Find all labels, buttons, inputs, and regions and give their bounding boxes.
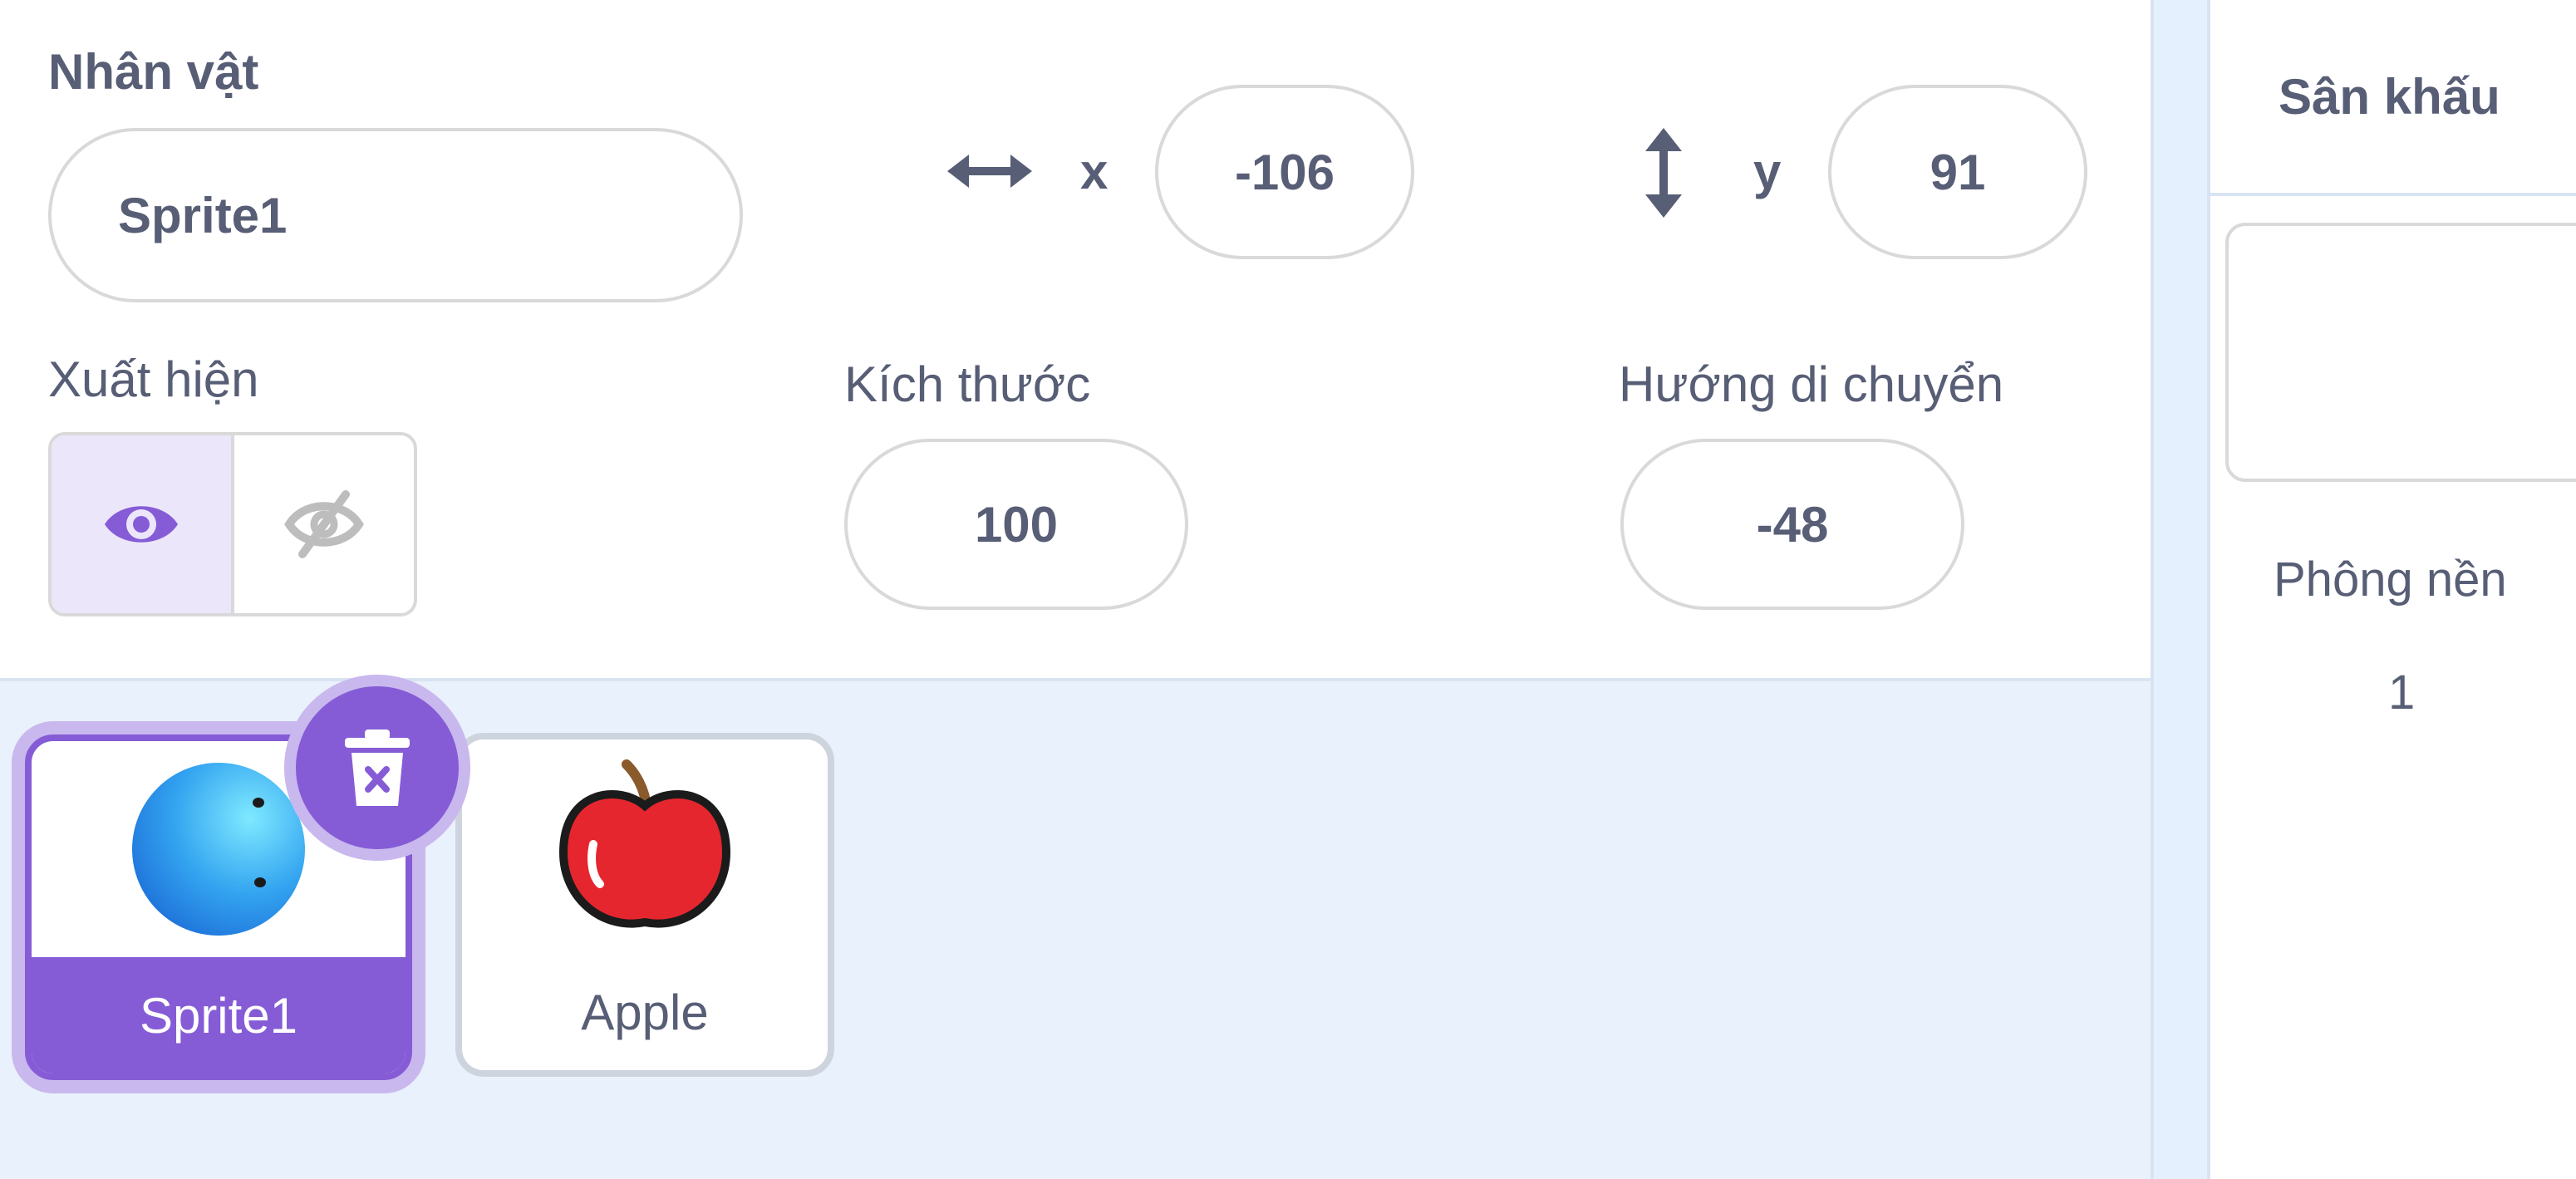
size-label: Kích thước	[844, 356, 1091, 412]
y-arrows-icon	[1645, 128, 1682, 218]
apple-icon	[558, 759, 731, 928]
backdrops-label: Phông nền	[2274, 553, 2507, 607]
direction-input[interactable]: -48	[1620, 439, 1964, 610]
stage-thumbnail[interactable]	[2225, 223, 2576, 482]
delete-sprite-button[interactable]	[296, 686, 459, 849]
sprite-tile-apple[interactable]: Apple	[455, 733, 834, 1077]
size-input[interactable]: 100	[844, 439, 1188, 610]
y-position-input[interactable]: 91	[1828, 85, 2087, 259]
blue-ball-icon	[132, 763, 305, 936]
sprite-name-input[interactable]: Sprite1	[48, 128, 743, 302]
eye-slash-icon	[284, 490, 364, 558]
sprite-thumbnail	[462, 739, 828, 954]
x-label: x	[1080, 144, 1109, 199]
sprite-tile-name: Sprite1	[32, 957, 406, 1073]
hide-button[interactable]	[231, 435, 414, 613]
backdrops-count: 1	[2388, 666, 2416, 720]
show-button[interactable]	[52, 435, 231, 613]
y-label: y	[1753, 144, 1782, 199]
show-toggle	[48, 432, 417, 617]
stage-panel[interactable]: Sân khấu Phông nền 1	[2207, 0, 2576, 1179]
stage-title: Sân khấu	[2210, 0, 2576, 196]
x-arrows-icon	[947, 155, 1032, 188]
direction-label: Hướng di chuyển	[1619, 356, 2004, 412]
eye-icon	[105, 506, 178, 543]
sprite-name-label: Nhân vật	[48, 44, 259, 100]
sprite-info-panel: Nhân vật Sprite1 x -106 y 91 Xuất hiện K…	[0, 0, 2154, 681]
show-label: Xuất hiện	[48, 351, 259, 407]
trash-icon	[345, 730, 410, 806]
sprite-tile-name: Apple	[581, 984, 709, 1040]
stage-gutter	[2154, 0, 2207, 1179]
x-position-input[interactable]: -106	[1155, 85, 1414, 259]
